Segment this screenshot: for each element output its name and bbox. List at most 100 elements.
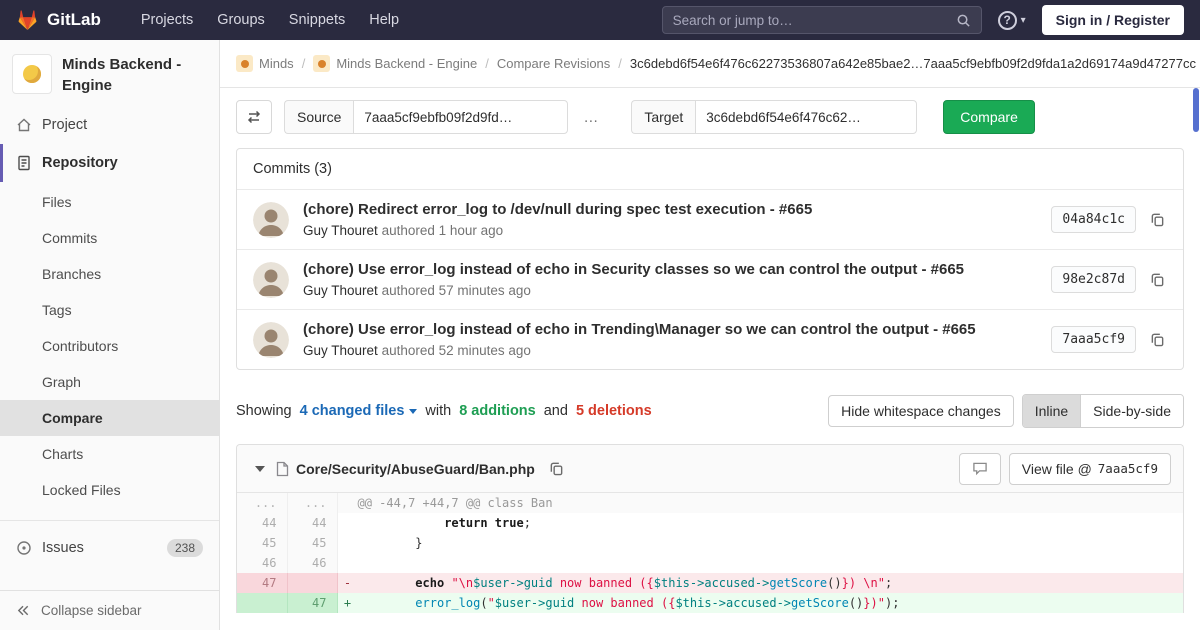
breadcrumb-group-link[interactable]: Minds — [236, 55, 294, 72]
issue-circle-icon — [16, 540, 32, 556]
scrollbar-thumb[interactable] — [1193, 88, 1199, 132]
breadcrumb-compare-link[interactable]: Compare Revisions — [497, 56, 610, 71]
swap-revisions-button[interactable] — [236, 100, 272, 134]
diff-marker: - — [338, 573, 358, 593]
avatar[interactable] — [253, 202, 289, 238]
search-box[interactable] — [662, 6, 982, 34]
code-token: $user->guid — [495, 596, 574, 610]
diff-new-line-number[interactable] — [287, 573, 337, 593]
sidebar-item-compare[interactable]: Compare — [0, 400, 219, 436]
sidebar-item-project[interactable]: Project — [0, 106, 219, 144]
code-token: getScore — [791, 596, 849, 610]
diff-new-line-number[interactable]: 47 — [287, 593, 337, 613]
commits-panel: Commits (3) (chore) Redirect error_log t… — [236, 148, 1184, 370]
chevron-down-icon: ▾ — [1021, 15, 1026, 26]
target-ref-input[interactable] — [695, 100, 917, 134]
collapse-diff-caret[interactable] — [255, 466, 265, 472]
commit-title-link[interactable]: (chore) Use error_log instead of echo in… — [303, 321, 1051, 338]
hide-whitespace-button[interactable]: Hide whitespace changes — [828, 395, 1014, 427]
commit-title-link[interactable]: (chore) Use error_log instead of echo in… — [303, 261, 1051, 278]
copy-sha-button[interactable] — [1148, 270, 1167, 289]
sidebar-item-issues[interactable]: Issues 238 — [0, 527, 219, 569]
navbar-right: ? ▾ Sign in / Register — [662, 5, 1184, 35]
double-chevron-left-icon — [16, 603, 31, 618]
deletions-count: 5 deletions — [576, 403, 652, 419]
commit-sha-link[interactable]: 04a84c1c — [1051, 206, 1136, 233]
sidebar-item-tags[interactable]: Tags — [0, 292, 219, 328]
code-token: ; — [524, 516, 531, 530]
code-token: getScore — [769, 576, 827, 590]
compare-button[interactable]: Compare — [943, 100, 1035, 134]
diff-code-cell: } — [337, 533, 1183, 553]
code-token: () — [849, 596, 863, 610]
commit-author-link[interactable]: Guy Thouret — [303, 283, 378, 298]
commit-sha-link[interactable]: 7aaa5cf9 — [1051, 326, 1136, 353]
commit-author-link[interactable]: Guy Thouret — [303, 343, 378, 358]
sidebar-item-repository[interactable]: Repository — [0, 144, 219, 182]
code-token: ); — [885, 596, 899, 610]
commit-row: (chore) Use error_log instead of echo in… — [237, 310, 1183, 369]
sidebar-item-files[interactable]: Files — [0, 184, 219, 220]
source-ref-input[interactable] — [353, 100, 568, 134]
help-dropdown[interactable]: ? ▾ — [998, 11, 1026, 30]
inline-view-button[interactable]: Inline — [1023, 395, 1080, 427]
navbar-menu: Projects Groups Snippets Help — [129, 0, 411, 40]
diff-old-line-number[interactable]: 45 — [237, 533, 287, 553]
nav-item-projects[interactable]: Projects — [129, 0, 205, 40]
issues-count-badge: 238 — [167, 539, 203, 557]
toggle-comments-button[interactable] — [959, 453, 1001, 485]
copy-sha-button[interactable] — [1148, 330, 1167, 349]
diff-old-line-number[interactable] — [237, 593, 287, 613]
gitlab-logo[interactable]: GitLab — [16, 9, 101, 31]
nav-item-groups[interactable]: Groups — [205, 0, 277, 40]
sign-in-button[interactable]: Sign in / Register — [1042, 5, 1184, 35]
diff-code-cell: + error_log("$user->guid now banned ({$t… — [337, 593, 1183, 613]
diff-new-line-number: ... — [287, 493, 337, 513]
avatar[interactable] — [253, 322, 289, 358]
diff-new-line-number[interactable]: 46 — [287, 553, 337, 573]
breadcrumb-sha-range: 3c6debd6f54e6f476c62273536807a642e85bae2… — [630, 56, 1196, 71]
diff-code-cell: - echo "\n$user->guid now banned ({$this… — [337, 573, 1183, 593]
diff-old-line-number[interactable]: 47 — [237, 573, 287, 593]
diff-old-line-number[interactable]: 46 — [237, 553, 287, 573]
code-token: $this->accused-> — [675, 596, 791, 610]
code-token: " — [488, 596, 495, 610]
gitlab-tanuki-icon — [16, 9, 39, 31]
help-icon: ? — [998, 11, 1017, 30]
sidebar-item-locked-files[interactable]: Locked Files — [0, 472, 219, 508]
diff-new-line-number[interactable]: 45 — [287, 533, 337, 553]
commit-info: (chore) Redirect error_log to /dev/null … — [303, 201, 1051, 238]
commit-sha-link[interactable]: 98e2c87d — [1051, 266, 1136, 293]
diff-filename-link[interactable]: Core/Security/AbuseGuard/Ban.php — [296, 461, 535, 477]
showing-text: Showing — [236, 403, 292, 419]
sidebar-item-charts[interactable]: Charts — [0, 436, 219, 472]
view-file-button[interactable]: View file @7aaa5cf9 — [1009, 453, 1171, 485]
sidebar-item-commits[interactable]: Commits — [0, 220, 219, 256]
sidebar-item-contributors[interactable]: Contributors — [0, 328, 219, 364]
compare-form: Source … Target Compare — [236, 100, 1184, 134]
commit-author-link[interactable]: Guy Thouret — [303, 223, 378, 238]
changed-files-dropdown[interactable]: 4 changed files — [300, 403, 418, 419]
breadcrumb-project-link[interactable]: Minds Backend - Engine — [313, 55, 477, 72]
side-by-side-view-button[interactable]: Side-by-side — [1080, 395, 1183, 427]
search-input[interactable] — [673, 13, 956, 28]
nav-item-help[interactable]: Help — [357, 0, 411, 40]
nav-item-snippets[interactable]: Snippets — [277, 0, 357, 40]
sidebar-item-branches[interactable]: Branches — [0, 256, 219, 292]
diff-old-line-number[interactable]: 44 — [237, 513, 287, 533]
breadcrumb-separator: / — [485, 56, 489, 71]
commit-authored-time: authored 52 minutes ago — [382, 343, 531, 358]
code-token — [488, 516, 495, 530]
sidebar-project-header[interactable]: Minds Backend - Engine — [0, 40, 219, 106]
collapse-sidebar-button[interactable]: Collapse sidebar — [0, 590, 219, 630]
breadcrumb-label: Compare Revisions — [497, 56, 610, 71]
diff-new-line-number[interactable]: 44 — [287, 513, 337, 533]
copy-sha-button[interactable] — [1148, 210, 1167, 229]
sidebar-item-graph[interactable]: Graph — [0, 364, 219, 400]
commit-title-link[interactable]: (chore) Redirect error_log to /dev/null … — [303, 201, 1051, 218]
copy-filename-button[interactable] — [547, 459, 566, 478]
code-token: } — [358, 536, 423, 550]
avatar[interactable] — [253, 262, 289, 298]
diff-context-row: 4545 } — [237, 533, 1183, 553]
view-file-prefix: View file @ — [1022, 461, 1092, 477]
